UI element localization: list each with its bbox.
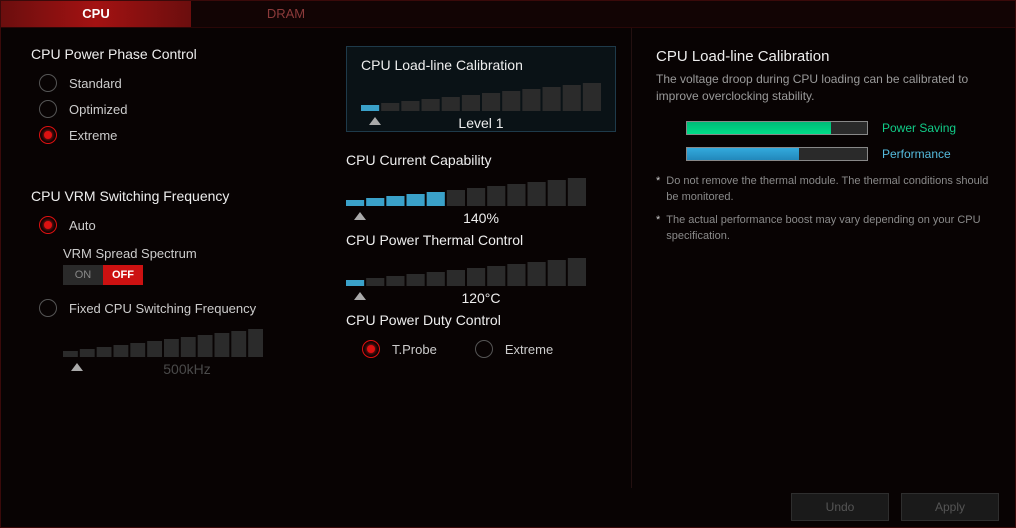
- undo-button[interactable]: Undo: [791, 493, 889, 521]
- radio-label: Extreme: [505, 342, 553, 357]
- loadline-block[interactable]: CPU Load-line Calibration Level 1: [346, 46, 616, 132]
- bar-track: [686, 147, 868, 161]
- info-panel: CPU Load-line Calibration The voltage dr…: [631, 28, 1015, 488]
- duty-radio-group: T.Probe Extreme: [354, 336, 616, 362]
- loadline-value: Level 1: [458, 115, 503, 131]
- vrm-radio-fixed[interactable]: Fixed CPU Switching Frequency: [39, 295, 311, 321]
- vrm-fixed-slider: 500kHz: [63, 327, 311, 363]
- info-note: *Do not remove the thermal module. The t…: [656, 173, 991, 206]
- bios-panel: CPU DRAM CPU Power Phase Control Standar…: [0, 0, 1016, 528]
- phase-radio-extreme[interactable]: Extreme: [39, 122, 311, 148]
- radio-dot-icon: [39, 126, 57, 144]
- slider-pointer-icon: [71, 363, 83, 371]
- radio-dot-icon: [475, 340, 493, 358]
- info-note: *The actual performance boost may vary d…: [656, 212, 991, 245]
- thermal-block: CPU Power Thermal Control 120°C: [346, 232, 616, 292]
- note-text: The actual performance boost may vary de…: [666, 212, 991, 245]
- thermal-title: CPU Power Thermal Control: [346, 232, 616, 248]
- duty-radio-tprobe[interactable]: T.Probe: [362, 336, 437, 362]
- bar-track: [686, 121, 868, 135]
- radio-dot-icon: [39, 74, 57, 92]
- middle-column: CPU Load-line Calibration Level 1 CPU Cu…: [331, 28, 631, 488]
- radio-dot-icon: [39, 299, 57, 317]
- radio-label: Standard: [69, 76, 122, 91]
- bar-fill: [687, 122, 831, 134]
- current-slider[interactable]: 140%: [346, 176, 616, 212]
- radio-label: Extreme: [69, 128, 117, 143]
- current-block: CPU Current Capability 140%: [346, 152, 616, 212]
- footer: Undo Apply: [1, 487, 1015, 527]
- bar-label-perf: Performance: [882, 147, 951, 161]
- info-desc: The voltage droop during CPU loading can…: [656, 71, 991, 105]
- vrm-fixed-value: 500kHz: [163, 361, 210, 377]
- phase-radio-group: Standard Optimized Extreme: [31, 70, 311, 148]
- content-body: CPU Power Phase Control Standard Optimize…: [1, 28, 1015, 488]
- toggle-off: OFF: [103, 265, 143, 285]
- apply-button[interactable]: Apply: [901, 493, 999, 521]
- tab-cpu[interactable]: CPU: [1, 1, 191, 27]
- phase-radio-optimized[interactable]: Optimized: [39, 96, 311, 122]
- vrm-radio-auto[interactable]: Auto: [39, 212, 311, 238]
- info-notes: *Do not remove the thermal module. The t…: [656, 173, 991, 245]
- vrm-title: CPU VRM Switching Frequency: [31, 188, 311, 204]
- vrm-auto-label: Auto: [69, 218, 96, 233]
- vrm-spread-toggle[interactable]: ON OFF: [63, 265, 143, 285]
- slider-pointer-icon: [354, 292, 366, 300]
- info-bar-performance: Performance: [686, 147, 991, 161]
- duty-title: CPU Power Duty Control: [346, 312, 616, 328]
- current-value: 140%: [463, 210, 499, 226]
- duty-block: CPU Power Duty Control T.Probe Extreme: [346, 312, 616, 362]
- info-bar-power-saving: Power Saving: [686, 121, 991, 135]
- vrm-spread-label: VRM Spread Spectrum: [63, 246, 311, 261]
- asterisk-icon: *: [656, 212, 660, 245]
- left-column: CPU Power Phase Control Standard Optimize…: [1, 28, 331, 488]
- phase-radio-standard[interactable]: Standard: [39, 70, 311, 96]
- duty-radio-extreme[interactable]: Extreme: [475, 336, 553, 362]
- slider-pointer-icon: [369, 117, 381, 125]
- tab-dram[interactable]: DRAM: [191, 1, 381, 27]
- toggle-on: ON: [63, 265, 103, 285]
- radio-label: Optimized: [69, 102, 128, 117]
- info-title: CPU Load-line Calibration: [656, 48, 991, 65]
- slider-pointer-icon: [354, 212, 366, 220]
- radio-dot-icon: [39, 216, 57, 234]
- thermal-slider[interactable]: 120°C: [346, 256, 616, 292]
- loadline-slider[interactable]: Level 1: [361, 81, 601, 117]
- radio-label: T.Probe: [392, 342, 437, 357]
- bar-label-saving: Power Saving: [882, 121, 956, 135]
- loadline-title: CPU Load-line Calibration: [361, 57, 601, 73]
- tab-bar: CPU DRAM: [1, 1, 1015, 28]
- asterisk-icon: *: [656, 173, 660, 206]
- radio-dot-icon: [362, 340, 380, 358]
- vrm-fixed-label: Fixed CPU Switching Frequency: [69, 301, 256, 316]
- note-text: Do not remove the thermal module. The th…: [666, 173, 991, 206]
- thermal-value: 120°C: [461, 290, 500, 306]
- phase-title: CPU Power Phase Control: [31, 46, 311, 62]
- bar-fill: [687, 148, 799, 160]
- radio-dot-icon: [39, 100, 57, 118]
- current-title: CPU Current Capability: [346, 152, 616, 168]
